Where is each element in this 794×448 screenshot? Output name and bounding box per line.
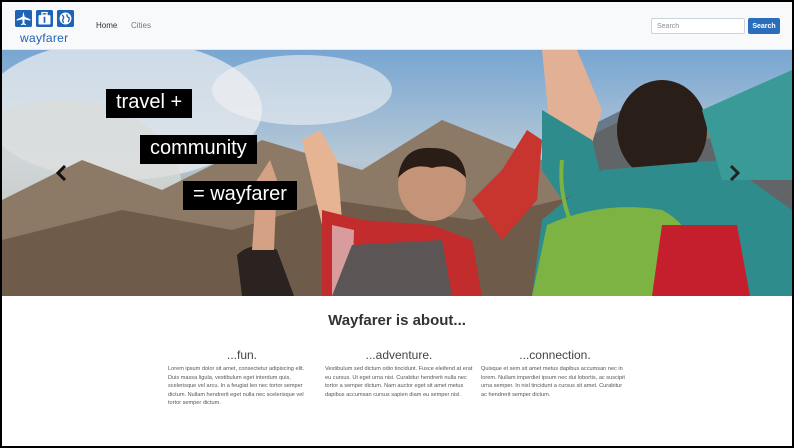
nav-link-cities[interactable]: Cities <box>131 21 151 30</box>
about-heading: Wayfarer is about... <box>328 312 466 329</box>
globe-icon <box>57 10 74 27</box>
hero-image <box>2 50 792 296</box>
carousel-prev-button[interactable] <box>54 164 70 183</box>
about-column-adventure: ...adventure. Vestibulum sed dictum odio… <box>325 348 473 399</box>
navbar: wayfarer Home Cities Search <box>2 2 792 50</box>
about-column-title: ...adventure. <box>365 348 433 362</box>
about-column-title: ...connection. <box>519 348 591 362</box>
about-column-text: Vestibulum sed dictum odio tincidunt. Fu… <box>325 366 473 398</box>
about-column-connection: ...connection. Quisque et sem sit amet m… <box>481 348 629 399</box>
about-column-title: ...fun. <box>226 348 258 362</box>
airplane-icon <box>15 10 32 27</box>
suitcase-icon <box>36 10 53 27</box>
chevron-left-icon <box>55 164 67 182</box>
brand-logo[interactable]: wayfarer <box>15 10 77 45</box>
hero-tagline-travel: travel + <box>106 89 193 118</box>
about-column-text: Lorem ipsum dolor sit amet, consectetur … <box>168 366 305 407</box>
about-column-text: Quisque et sem sit amet metus dapibus ac… <box>481 366 625 398</box>
nav-link-home[interactable]: Home <box>96 21 117 30</box>
hero-carousel: travel + community = wayfarer <box>2 50 792 296</box>
brand-name: wayfarer <box>20 31 69 45</box>
search-input[interactable] <box>651 18 745 34</box>
hero-tagline-community: community <box>140 135 257 164</box>
chevron-right-icon <box>729 164 741 182</box>
about-column-fun: ...fun. Lorem ipsum dolor sit amet, cons… <box>168 348 316 408</box>
hero-tagline-wayfarer: = wayfarer <box>183 181 297 210</box>
carousel-next-button[interactable] <box>726 164 742 183</box>
search-button[interactable]: Search <box>748 18 780 34</box>
browser-viewport: wayfarer Home Cities Search Search trave… <box>2 2 792 446</box>
